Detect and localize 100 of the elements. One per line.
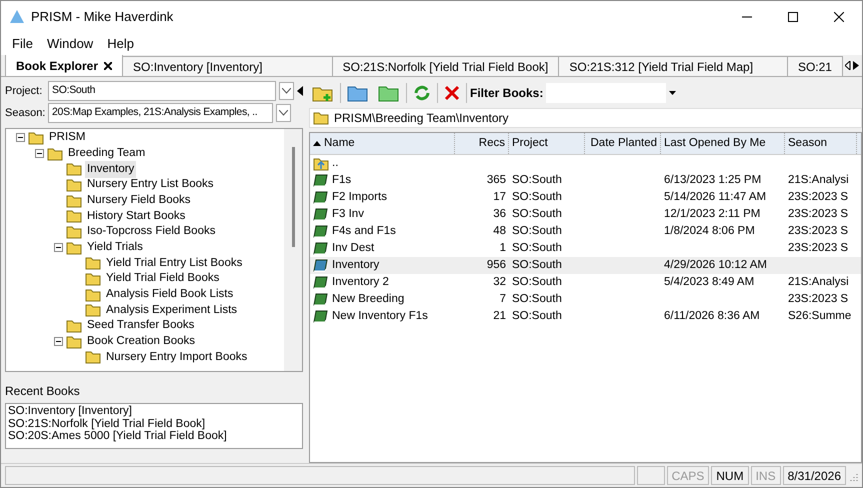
tab[interactable]: SO:Inventory [Inventory] bbox=[122, 56, 333, 76]
folder-icon bbox=[313, 111, 329, 125]
tab[interactable]: SO:21S:312 [Yield Trial Field Map] bbox=[558, 56, 788, 76]
tree-item[interactable]: Nursery Entry List Books bbox=[85, 176, 216, 194]
table-cell-text: Inventory bbox=[332, 258, 380, 273]
folder-icon bbox=[85, 350, 101, 364]
scroll-right-icon bbox=[853, 61, 859, 70]
table-cell-text: 4/29/2026 10:12 AM bbox=[663, 258, 768, 273]
tree-item[interactable]: PRISM bbox=[47, 129, 88, 146]
table-cell-text: Inv Dest bbox=[332, 241, 374, 256]
delete-icon bbox=[444, 85, 460, 101]
table-cell-text: F1s bbox=[332, 173, 352, 188]
recent-book-item[interactable]: SO:21S:Norfolk [Yield Trial Field Book] bbox=[8, 418, 300, 430]
book-icon bbox=[313, 207, 329, 222]
table-row[interactable]: .. bbox=[310, 155, 861, 172]
status-date: 8/31/2026 bbox=[782, 466, 846, 485]
table-cell-text: 23S:2023 S bbox=[787, 224, 850, 239]
tree-item[interactable]: History Start Books bbox=[85, 208, 188, 225]
table-cell-text: F4s and F1s bbox=[332, 224, 396, 239]
table-row[interactable]: New Inventory F1s 21 SO:South 6/11/2026 8:36 AM S26:Summe bbox=[310, 308, 861, 325]
table-cell-text: SO:South bbox=[511, 275, 563, 290]
table-row[interactable]: Inventory 956 SO:South 4/29/2026 10:12 AM bbox=[310, 257, 861, 274]
tab[interactable]: SO:21S:Norfolk [Yield Trial Field Book] bbox=[332, 56, 560, 76]
menu-item[interactable]: Window bbox=[42, 34, 98, 54]
table-cell-text: 5/14/2026 11:47 AM bbox=[663, 190, 768, 205]
tab[interactable]: Book Explorer bbox=[5, 55, 124, 76]
folder-icon bbox=[85, 303, 101, 318]
recent-book-item[interactable]: SO:20S:Ames 5000 [Yield Trial Field Book] bbox=[8, 430, 300, 442]
table-cell-text: SO:South bbox=[511, 190, 563, 205]
table-cell-text: SO:South bbox=[511, 224, 563, 239]
table-row[interactable]: F1s 365 SO:South 6/13/2023 1:25 PM 21S:Analysi bbox=[310, 172, 861, 189]
menu-item[interactable]: Help bbox=[102, 34, 139, 54]
table-cell-text: S26:Summe bbox=[787, 309, 852, 324]
table-cell-text: 17 bbox=[492, 190, 507, 205]
dropdown-field[interactable]: 20S:Map Examples, 21S:Analysis Examples, .. bbox=[48, 103, 273, 123]
table-cell-text: SO:South bbox=[511, 173, 563, 188]
table-row[interactable]: Inventory 2 32 SO:South 5/4/2023 8:49 AM 21S:Analysi bbox=[310, 274, 861, 291]
tree-item[interactable]: Nursery Entry Import Books bbox=[104, 348, 250, 366]
tree-item[interactable]: Yield Trial Field Books bbox=[104, 270, 222, 288]
scrollbar[interactable] bbox=[284, 129, 302, 371]
tree-item[interactable]: Analysis Experiment Lists bbox=[104, 302, 240, 320]
table-cell-text: 956 bbox=[486, 258, 507, 273]
folder-icon bbox=[347, 84, 369, 102]
table-cell-text: 21S:Analysi bbox=[787, 173, 850, 188]
column-header[interactable]: Last Opened By Me bbox=[661, 133, 785, 154]
table-cell-text: 23S:2023 S bbox=[787, 190, 850, 205]
table-cell-text: 21S:Analysi bbox=[787, 275, 850, 290]
table-cell-text: SO:South bbox=[511, 309, 563, 324]
folder-icon bbox=[85, 288, 101, 302]
collapse-panel-icon bbox=[297, 86, 303, 96]
app-logo-icon bbox=[9, 9, 25, 25]
dropdown-field[interactable]: SO:South bbox=[48, 81, 276, 101]
folder-icon bbox=[66, 334, 82, 349]
table-row[interactable]: Inv Dest 1 SO:South 23S:2023 S bbox=[310, 240, 861, 257]
table-cell-text: SO:South bbox=[511, 258, 563, 273]
table-cell-text: 23S:2023 S bbox=[787, 207, 850, 222]
tree-item[interactable]: Yield Trials bbox=[85, 239, 145, 256]
folder-icon bbox=[66, 224, 82, 239]
maximize-icon bbox=[788, 12, 798, 22]
table-cell-text: 6/13/2023 1:25 PM bbox=[663, 173, 762, 188]
table-row[interactable]: New Breeding 7 SO:South 23S:2023 S bbox=[310, 291, 861, 308]
collapse-icon[interactable] bbox=[54, 243, 63, 252]
field-label: Filter Books: bbox=[470, 85, 544, 102]
table-cell-text: 48 bbox=[492, 224, 507, 239]
tree-item[interactable]: Seed Transfer Books bbox=[85, 317, 196, 335]
tree-item[interactable]: Analysis Field Book Lists bbox=[104, 286, 236, 304]
path-text: PRISM\Breeding Team\Inventory bbox=[334, 110, 509, 127]
table-cell-text: F3 Inv bbox=[332, 207, 364, 222]
table-row[interactable]: F3 Inv 36 SO:South 12/1/2023 2:11 PM 23S:2023 S bbox=[310, 206, 861, 223]
menu-item[interactable]: File bbox=[7, 34, 38, 54]
book-icon bbox=[313, 292, 329, 308]
table-cell-text: New Breeding bbox=[332, 292, 404, 307]
collapse-icon[interactable] bbox=[35, 149, 44, 158]
column-header[interactable]: Recs bbox=[455, 133, 509, 154]
column-header[interactable]: Date Planted bbox=[585, 133, 661, 154]
table-row[interactable]: F2 Imports 17 SO:South 5/14/2026 11:47 AM 23S:2023 S bbox=[310, 189, 861, 206]
collapse-icon[interactable] bbox=[16, 133, 25, 142]
table-cell-text: 12/1/2023 2:11 PM bbox=[663, 207, 762, 222]
collapse-icon[interactable] bbox=[54, 337, 63, 346]
column-header[interactable]: Name bbox=[310, 133, 455, 154]
tree-item[interactable]: Yield Trial Entry List Books bbox=[104, 254, 244, 272]
scroll-left-icon bbox=[845, 61, 851, 70]
field-label: Project: bbox=[5, 84, 44, 99]
book-icon bbox=[313, 258, 329, 274]
table-cell-text: New Inventory F1s bbox=[332, 309, 428, 324]
tree-item[interactable]: Breeding Team bbox=[66, 144, 148, 162]
column-header[interactable]: Season bbox=[785, 133, 857, 154]
tree-item[interactable]: Nursery Field Books bbox=[85, 192, 193, 210]
book-icon bbox=[313, 173, 329, 188]
tab[interactable]: SO:21 bbox=[786, 56, 843, 76]
tree-item[interactable]: Book Creation Books bbox=[85, 333, 198, 350]
tree-item[interactable]: Inventory bbox=[85, 160, 136, 178]
tree-item[interactable]: Iso-Topcross Field Books bbox=[85, 223, 218, 241]
refresh-icon bbox=[413, 84, 431, 102]
table-row[interactable]: F4s and F1s 48 SO:South 1/8/2024 8:06 PM 23S:2023 S bbox=[310, 223, 861, 240]
section-title: Recent Books bbox=[5, 383, 81, 400]
folder-icon bbox=[47, 146, 63, 161]
recent-book-item[interactable]: SO:Inventory [Inventory] bbox=[8, 405, 300, 418]
column-header[interactable]: Project bbox=[509, 133, 585, 154]
table-cell-text: SO:South bbox=[511, 241, 563, 256]
